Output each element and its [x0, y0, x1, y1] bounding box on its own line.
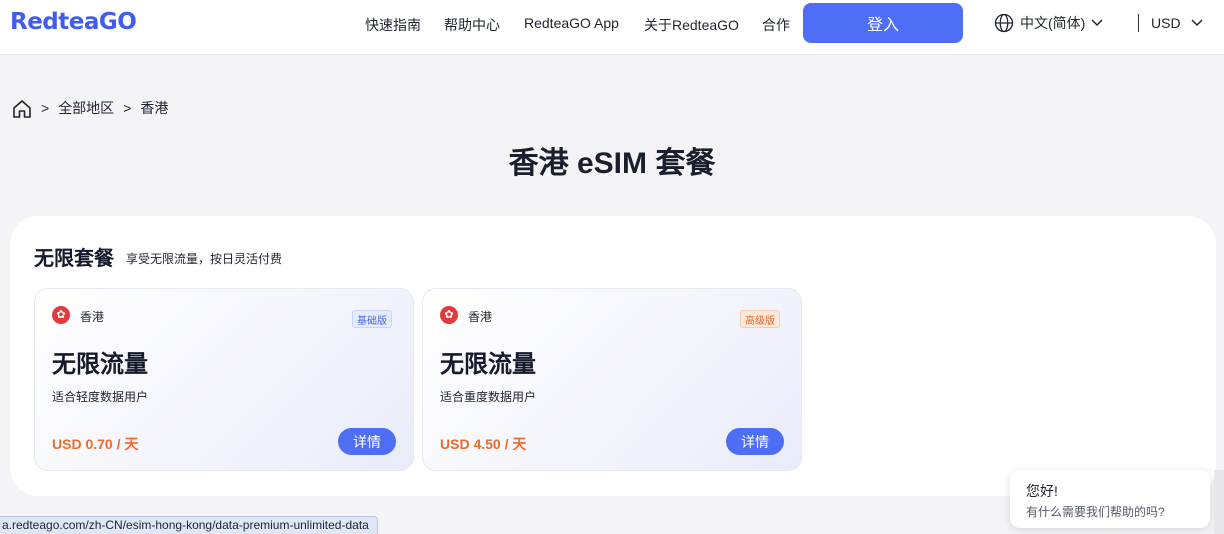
login-button[interactable]: 登入: [803, 3, 963, 43]
section-subtitle: 享受无限流量，按日灵活付费: [126, 252, 283, 266]
nav-help-center[interactable]: 帮助中心: [444, 15, 500, 35]
language-selector[interactable]: 中文(简体): [994, 12, 1103, 34]
currency-selector[interactable]: USD: [1151, 12, 1203, 34]
plan-name: 无限流量: [52, 351, 148, 378]
details-button[interactable]: 详情: [338, 428, 396, 455]
logo[interactable]: RedteaGO: [10, 9, 137, 35]
chevron-down-icon: [1191, 19, 1203, 27]
page-title: 香港 eSIM 套餐: [508, 147, 716, 180]
header-divider: [1138, 14, 1139, 32]
tier-badge: 高级版: [740, 310, 780, 328]
nav-app[interactable]: RedteaGO App: [524, 15, 619, 31]
plan-card-premium[interactable]: ✿ 香港 高级版 无限流量 适合重度数据用户 USD 4.50 / 天 详情: [422, 288, 802, 471]
scrollbar[interactable]: [1214, 470, 1224, 534]
language-label: 中文(简体): [1020, 15, 1086, 31]
plan-name: 无限流量: [440, 351, 536, 378]
nav-quick-guide[interactable]: 快速指南: [365, 15, 421, 35]
hong-kong-flag-icon: ✿: [440, 306, 458, 324]
plan-region: 香港: [468, 310, 493, 324]
breadcrumb-separator: >: [123, 100, 132, 116]
plan-region: 香港: [80, 310, 105, 324]
chevron-down-icon: [1091, 19, 1103, 27]
currency-label: USD: [1151, 15, 1181, 31]
home-icon[interactable]: [12, 99, 32, 118]
nav-about[interactable]: 关于RedteaGO: [644, 15, 739, 35]
details-button[interactable]: 详情: [726, 428, 784, 455]
plan-price: USD 0.70 / 天: [52, 436, 139, 452]
hong-kong-flag-icon: ✿: [52, 306, 70, 324]
plan-card-basic[interactable]: ✿ 香港 基础版 无限流量 适合轻度数据用户 USD 0.70 / 天 详情: [34, 288, 414, 471]
globe-icon: [994, 13, 1014, 33]
chat-greeting: 您好!: [1026, 483, 1058, 499]
status-bar-url: a.redteago.com/zh-CN/esim-hong-kong/data…: [0, 516, 378, 534]
breadcrumb: > 全部地区 > 香港: [12, 98, 168, 118]
chat-widget[interactable]: 您好! 有什么需要我们帮助的吗?: [1010, 470, 1210, 528]
plan-price: USD 4.50 / 天: [440, 436, 527, 452]
plan-description: 适合重度数据用户: [440, 390, 537, 404]
chat-prompt: 有什么需要我们帮助的吗?: [1026, 505, 1165, 519]
section-title: 无限套餐: [34, 248, 114, 270]
unlimited-plans-panel: 无限套餐 享受无限流量，按日灵活付费 ✿ 香港 基础版 无限流量 适合轻度数据用…: [10, 216, 1216, 496]
nav-cooperation[interactable]: 合作: [762, 15, 790, 35]
tier-badge: 基础版: [352, 310, 392, 328]
breadcrumb-separator: >: [41, 100, 50, 116]
breadcrumb-all-regions[interactable]: 全部地区: [58, 98, 114, 118]
plan-description: 适合轻度数据用户: [52, 390, 149, 404]
top-header: RedteaGO 快速指南 帮助中心 RedteaGO App 关于Redtea…: [0, 0, 1224, 55]
breadcrumb-current: 香港: [140, 100, 169, 116]
